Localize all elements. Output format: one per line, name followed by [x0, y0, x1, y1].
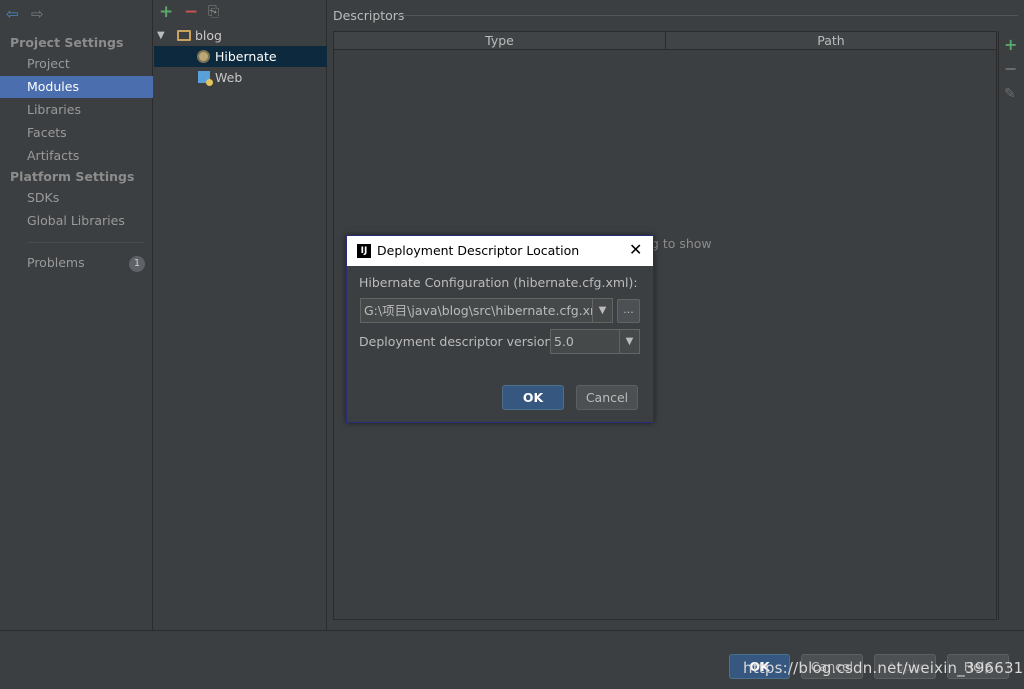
watermark-text: https://blog.csdn.net/weixin_39663138 — [743, 659, 1024, 677]
close-icon[interactable]: ✕ — [629, 241, 642, 259]
version-combobox[interactable]: 5.0 ▼ — [550, 329, 640, 354]
tree-item-label: blog — [195, 28, 222, 43]
dialog-cancel-button[interactable]: Cancel — [576, 385, 638, 410]
sidebar-item-libraries[interactable]: Libraries — [0, 99, 153, 121]
version-label: Deployment descriptor version — [359, 334, 553, 349]
chevron-down-icon[interactable]: ▼ — [619, 330, 639, 353]
tree-item-blog[interactable]: ▼ blog — [154, 25, 327, 46]
platform-settings-title: Platform Settings — [10, 169, 135, 184]
tree-item-hibernate[interactable]: Hibernate — [154, 46, 327, 67]
column-header-type[interactable]: Type — [334, 32, 665, 50]
group-divider — [398, 15, 1018, 16]
minus-icon[interactable]: − — [184, 3, 198, 21]
sidebar-item-modules[interactable]: Modules — [0, 76, 153, 98]
dialog-button-bar: OK Cancel Apply Help https://blog.csdn.n… — [0, 630, 1024, 689]
module-tree-panel: + − ⎘ ▼ blog Hibernate Web — [154, 0, 327, 630]
tree-item-label: Web — [215, 70, 243, 85]
sidebar-item-artifacts[interactable]: Artifacts — [0, 145, 153, 167]
chevron-down-icon[interactable]: ▼ — [592, 299, 612, 322]
tree-item-label: Hibernate — [215, 49, 277, 64]
dialog-titlebar[interactable]: IJ Deployment Descriptor Location ✕ — [347, 236, 653, 266]
problems-count-badge: 1 — [129, 256, 145, 272]
sidebar-item-global-libraries[interactable]: Global Libraries — [0, 210, 153, 232]
folder-icon — [177, 30, 191, 41]
hibernate-icon — [197, 50, 210, 63]
table-header: Type Path — [334, 32, 996, 50]
config-path-value: G:\项目\java\blog\src\hibernate.cfg.xml — [364, 303, 592, 318]
descriptor-toolbar: + − ✎ — [998, 31, 1024, 620]
settings-sidebar: ⇦ ⇨ Project Settings Project Modules Lib… — [0, 0, 153, 630]
copy-icon[interactable]: ⎘ — [208, 3, 219, 21]
version-value: 5.0 — [554, 334, 574, 349]
sidebar-item-project[interactable]: Project — [0, 53, 153, 75]
column-header-path[interactable]: Path — [666, 32, 996, 50]
expand-triangle-icon[interactable]: ▼ — [157, 25, 165, 46]
dialog-ok-button[interactable]: OK — [502, 385, 564, 410]
project-settings-title: Project Settings — [10, 35, 124, 50]
minus-icon[interactable]: − — [1004, 61, 1017, 77]
back-arrow-icon[interactable]: ⇦ — [6, 6, 22, 22]
web-icon — [198, 71, 213, 86]
config-path-combobox[interactable]: G:\项目\java\blog\src\hibernate.cfg.xml ▼ — [360, 298, 613, 323]
browse-button[interactable]: ... — [617, 299, 640, 323]
descriptors-title: Descriptors — [333, 8, 405, 23]
forward-arrow-icon[interactable]: ⇨ — [31, 6, 47, 22]
edit-icon[interactable]: ✎ — [1004, 86, 1016, 102]
plus-icon[interactable]: + — [1004, 37, 1017, 53]
sidebar-item-sdks[interactable]: SDKs — [0, 187, 153, 209]
dialog-title: Deployment Descriptor Location — [377, 243, 580, 258]
deployment-descriptor-dialog: IJ Deployment Descriptor Location ✕ Hibe… — [346, 235, 654, 423]
sidebar-divider — [27, 242, 145, 243]
plus-icon[interactable]: + — [159, 3, 173, 21]
config-label: Hibernate Configuration (hibernate.cfg.x… — [359, 275, 638, 290]
sidebar-item-facets[interactable]: Facets — [0, 122, 153, 144]
tree-item-web[interactable]: Web — [154, 67, 327, 88]
intellij-logo-icon: IJ — [357, 244, 371, 258]
